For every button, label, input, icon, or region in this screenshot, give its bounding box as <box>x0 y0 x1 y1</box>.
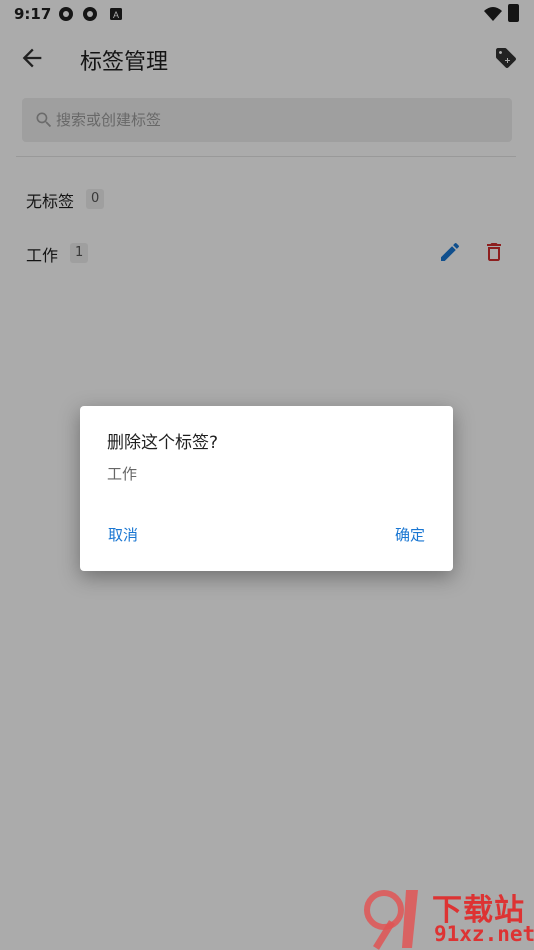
dialog-title: 删除这个标签? <box>107 433 219 453</box>
cancel-button[interactable]: 取消 <box>108 524 138 545</box>
confirm-button[interactable]: 确定 <box>395 524 425 545</box>
watermark-url: 91xz.net <box>434 922 534 946</box>
dialog-message: 工作 <box>107 465 138 483</box>
delete-confirm-dialog: 删除这个标签? 工作 取消 确定 <box>80 406 453 571</box>
